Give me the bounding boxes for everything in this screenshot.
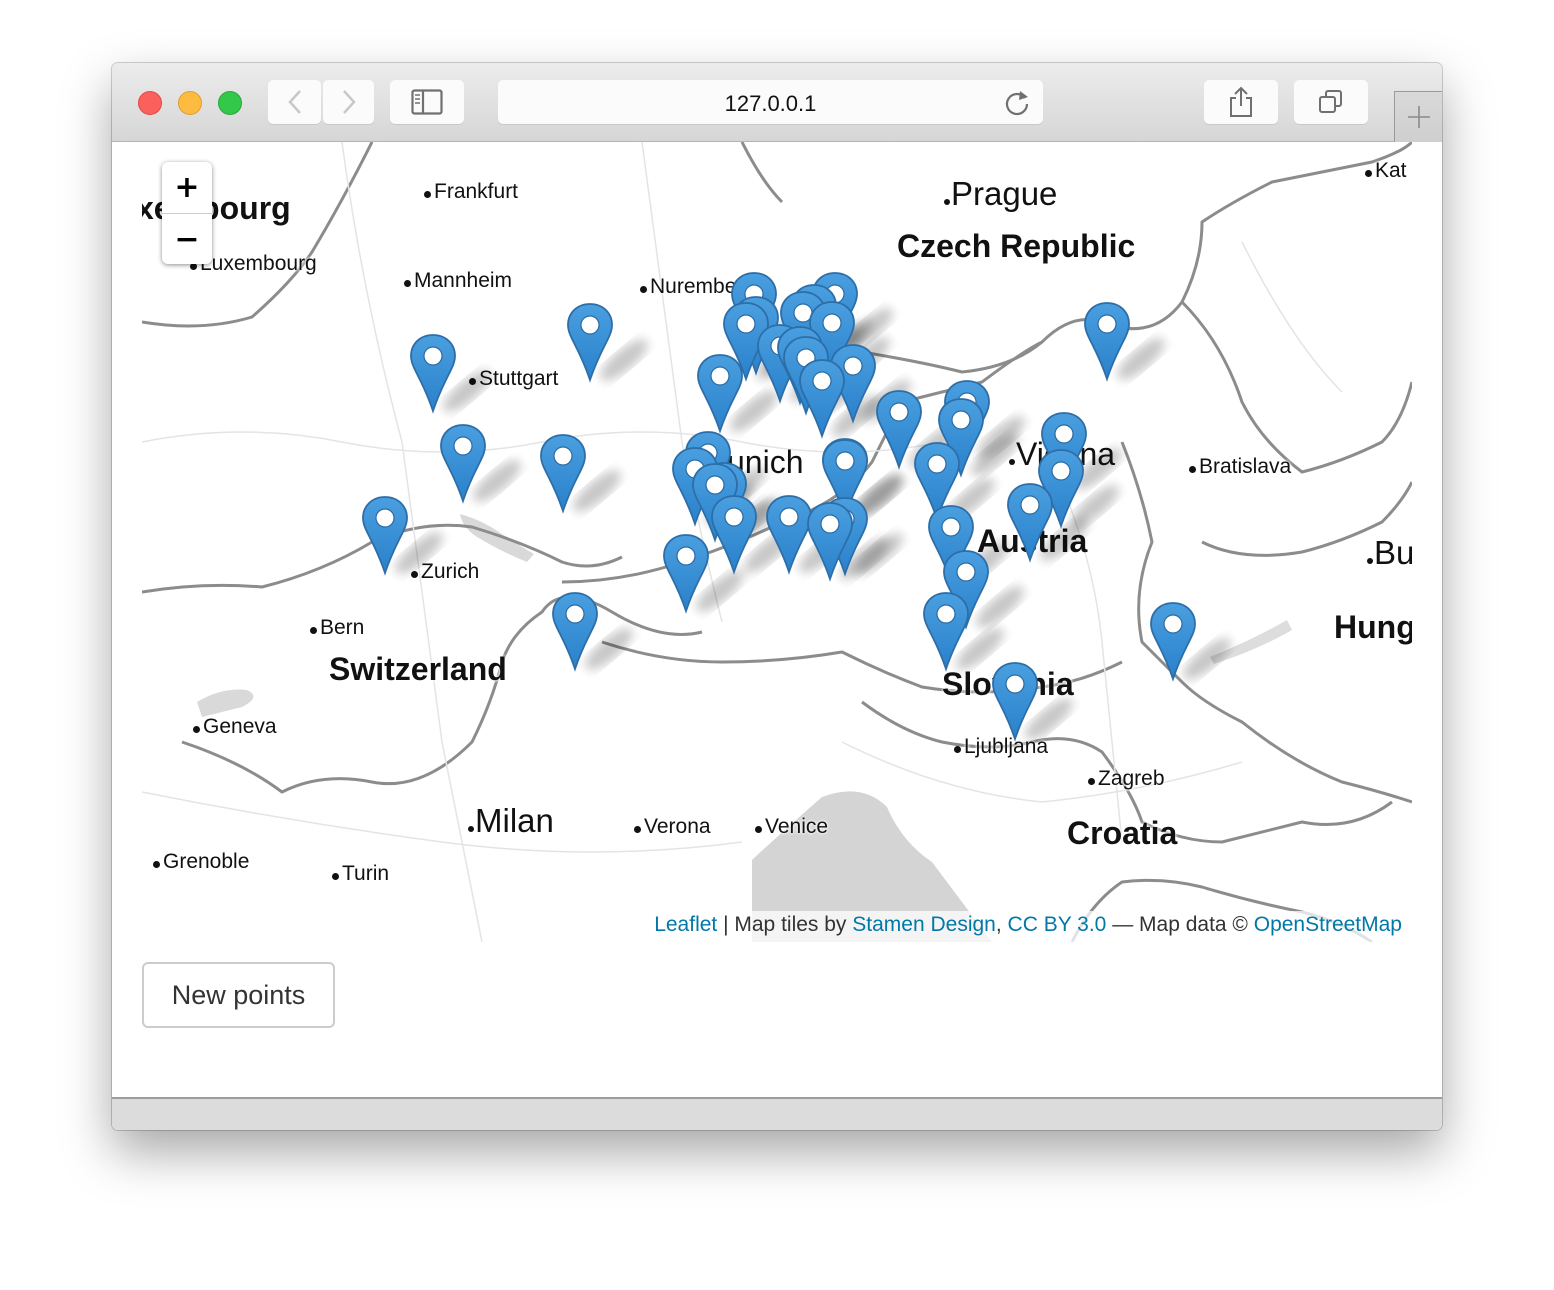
- map-marker-pin-icon[interactable]: [565, 302, 615, 384]
- browser-window: 127.0.0.1 xembourg Frankfurt Luxembourg …: [112, 63, 1442, 1130]
- share-button[interactable]: [1204, 80, 1278, 124]
- title-bar: 127.0.0.1: [112, 63, 1442, 142]
- attribution-comma: ,: [995, 913, 1008, 936]
- map-marker-pin-icon[interactable]: [438, 423, 488, 505]
- map-label-zagreb: Zagreb: [1088, 767, 1165, 791]
- status-bar: [112, 1097, 1442, 1130]
- zoom-window-button[interactable]: [218, 91, 242, 115]
- map-marker-pin-icon[interactable]: [408, 333, 458, 415]
- map-marker-pin-icon[interactable]: [1148, 601, 1198, 683]
- share-icon: [1230, 86, 1252, 117]
- map-label-hungary: Hung: [1334, 609, 1412, 645]
- map-marker-pin-icon[interactable]: [695, 353, 745, 435]
- map-label-budapest: Bu: [1367, 534, 1412, 572]
- stamen-design-link[interactable]: Stamen Design: [852, 913, 996, 936]
- map-label-frankfurt: Frankfurt: [424, 180, 518, 204]
- map-label-turin: Turin: [332, 862, 389, 886]
- map-label-verona: Verona: [634, 815, 711, 839]
- zoom-out-button[interactable]: −: [162, 214, 212, 264]
- lake-geneva: [197, 689, 254, 717]
- map-marker-pin-icon[interactable]: [1082, 301, 1132, 383]
- border-cz-sk: [1180, 300, 1412, 474]
- map-marker-pin-icon[interactable]: [360, 495, 410, 577]
- chevron-left-icon: [287, 90, 301, 114]
- reload-icon: [1005, 91, 1029, 116]
- openstreetmap-link[interactable]: OpenStreetMap: [1254, 913, 1402, 936]
- map-label-bern: Bern: [310, 616, 364, 640]
- map-marker-pin-icon[interactable]: [709, 494, 759, 576]
- map-attribution: Leaflet | Map tiles by Stamen Design, CC…: [646, 911, 1412, 942]
- map-label-czech-republic: Czech Republic: [897, 228, 1136, 264]
- attribution-text-2: — Map data ©: [1106, 913, 1254, 936]
- map-marker-pin-icon[interactable]: [538, 433, 588, 515]
- leaflet-map[interactable]: xembourg Frankfurt Luxembourg Mannheim N…: [142, 142, 1412, 942]
- new-tab-button[interactable]: [1394, 91, 1442, 142]
- map-label-milan: Milan: [468, 802, 554, 840]
- map-marker-pin-icon[interactable]: [921, 591, 971, 673]
- close-window-button[interactable]: [138, 91, 162, 115]
- address-bar[interactable]: 127.0.0.1: [498, 80, 1043, 124]
- map-marker-pin-icon[interactable]: [990, 661, 1040, 743]
- zoom-in-button[interactable]: +: [162, 162, 212, 214]
- map-label-venice: Venice: [755, 815, 828, 839]
- page-content: xembourg Frankfurt Luxembourg Mannheim N…: [112, 142, 1442, 1099]
- leaflet-link[interactable]: Leaflet: [654, 913, 717, 936]
- minimize-window-button[interactable]: [178, 91, 202, 115]
- map-label-switzerland: Switzerland: [329, 651, 507, 687]
- tab-overview-button[interactable]: [1294, 80, 1368, 124]
- sidebar-toggle-button[interactable]: [390, 80, 464, 124]
- forward-button[interactable]: [323, 80, 374, 124]
- map-marker-pin-icon[interactable]: [1005, 482, 1055, 564]
- map-marker-pin-icon[interactable]: [661, 533, 711, 615]
- back-button[interactable]: [268, 80, 321, 124]
- map-label-grenoble: Grenoble: [153, 850, 249, 874]
- chevron-right-icon: [342, 90, 356, 114]
- map-label-katowice: Kat: [1365, 159, 1407, 183]
- license-link[interactable]: CC BY 3.0: [1008, 913, 1107, 936]
- map-label-bratislava: Bratislava: [1189, 455, 1291, 479]
- attribution-text-1: | Map tiles by: [717, 913, 853, 936]
- map-label-croatia: Croatia: [1067, 815, 1178, 851]
- sidebar-icon: [411, 89, 443, 115]
- map-label-mannheim: Mannheim: [404, 269, 512, 293]
- map-marker-pin-icon[interactable]: [797, 358, 847, 440]
- reload-button[interactable]: [1003, 88, 1031, 121]
- zoom-control: + −: [162, 162, 212, 264]
- url-text: 127.0.0.1: [724, 91, 817, 116]
- map-marker-pin-icon[interactable]: [805, 501, 855, 583]
- map-label-geneva: Geneva: [193, 715, 277, 739]
- plus-icon: [1408, 106, 1430, 128]
- tabs-overview-icon: [1319, 90, 1342, 113]
- map-label-prague: Prague: [944, 175, 1057, 213]
- map-marker-pin-icon[interactable]: [550, 591, 600, 673]
- new-points-button[interactable]: New points: [142, 962, 335, 1028]
- lake-constance: [460, 514, 534, 562]
